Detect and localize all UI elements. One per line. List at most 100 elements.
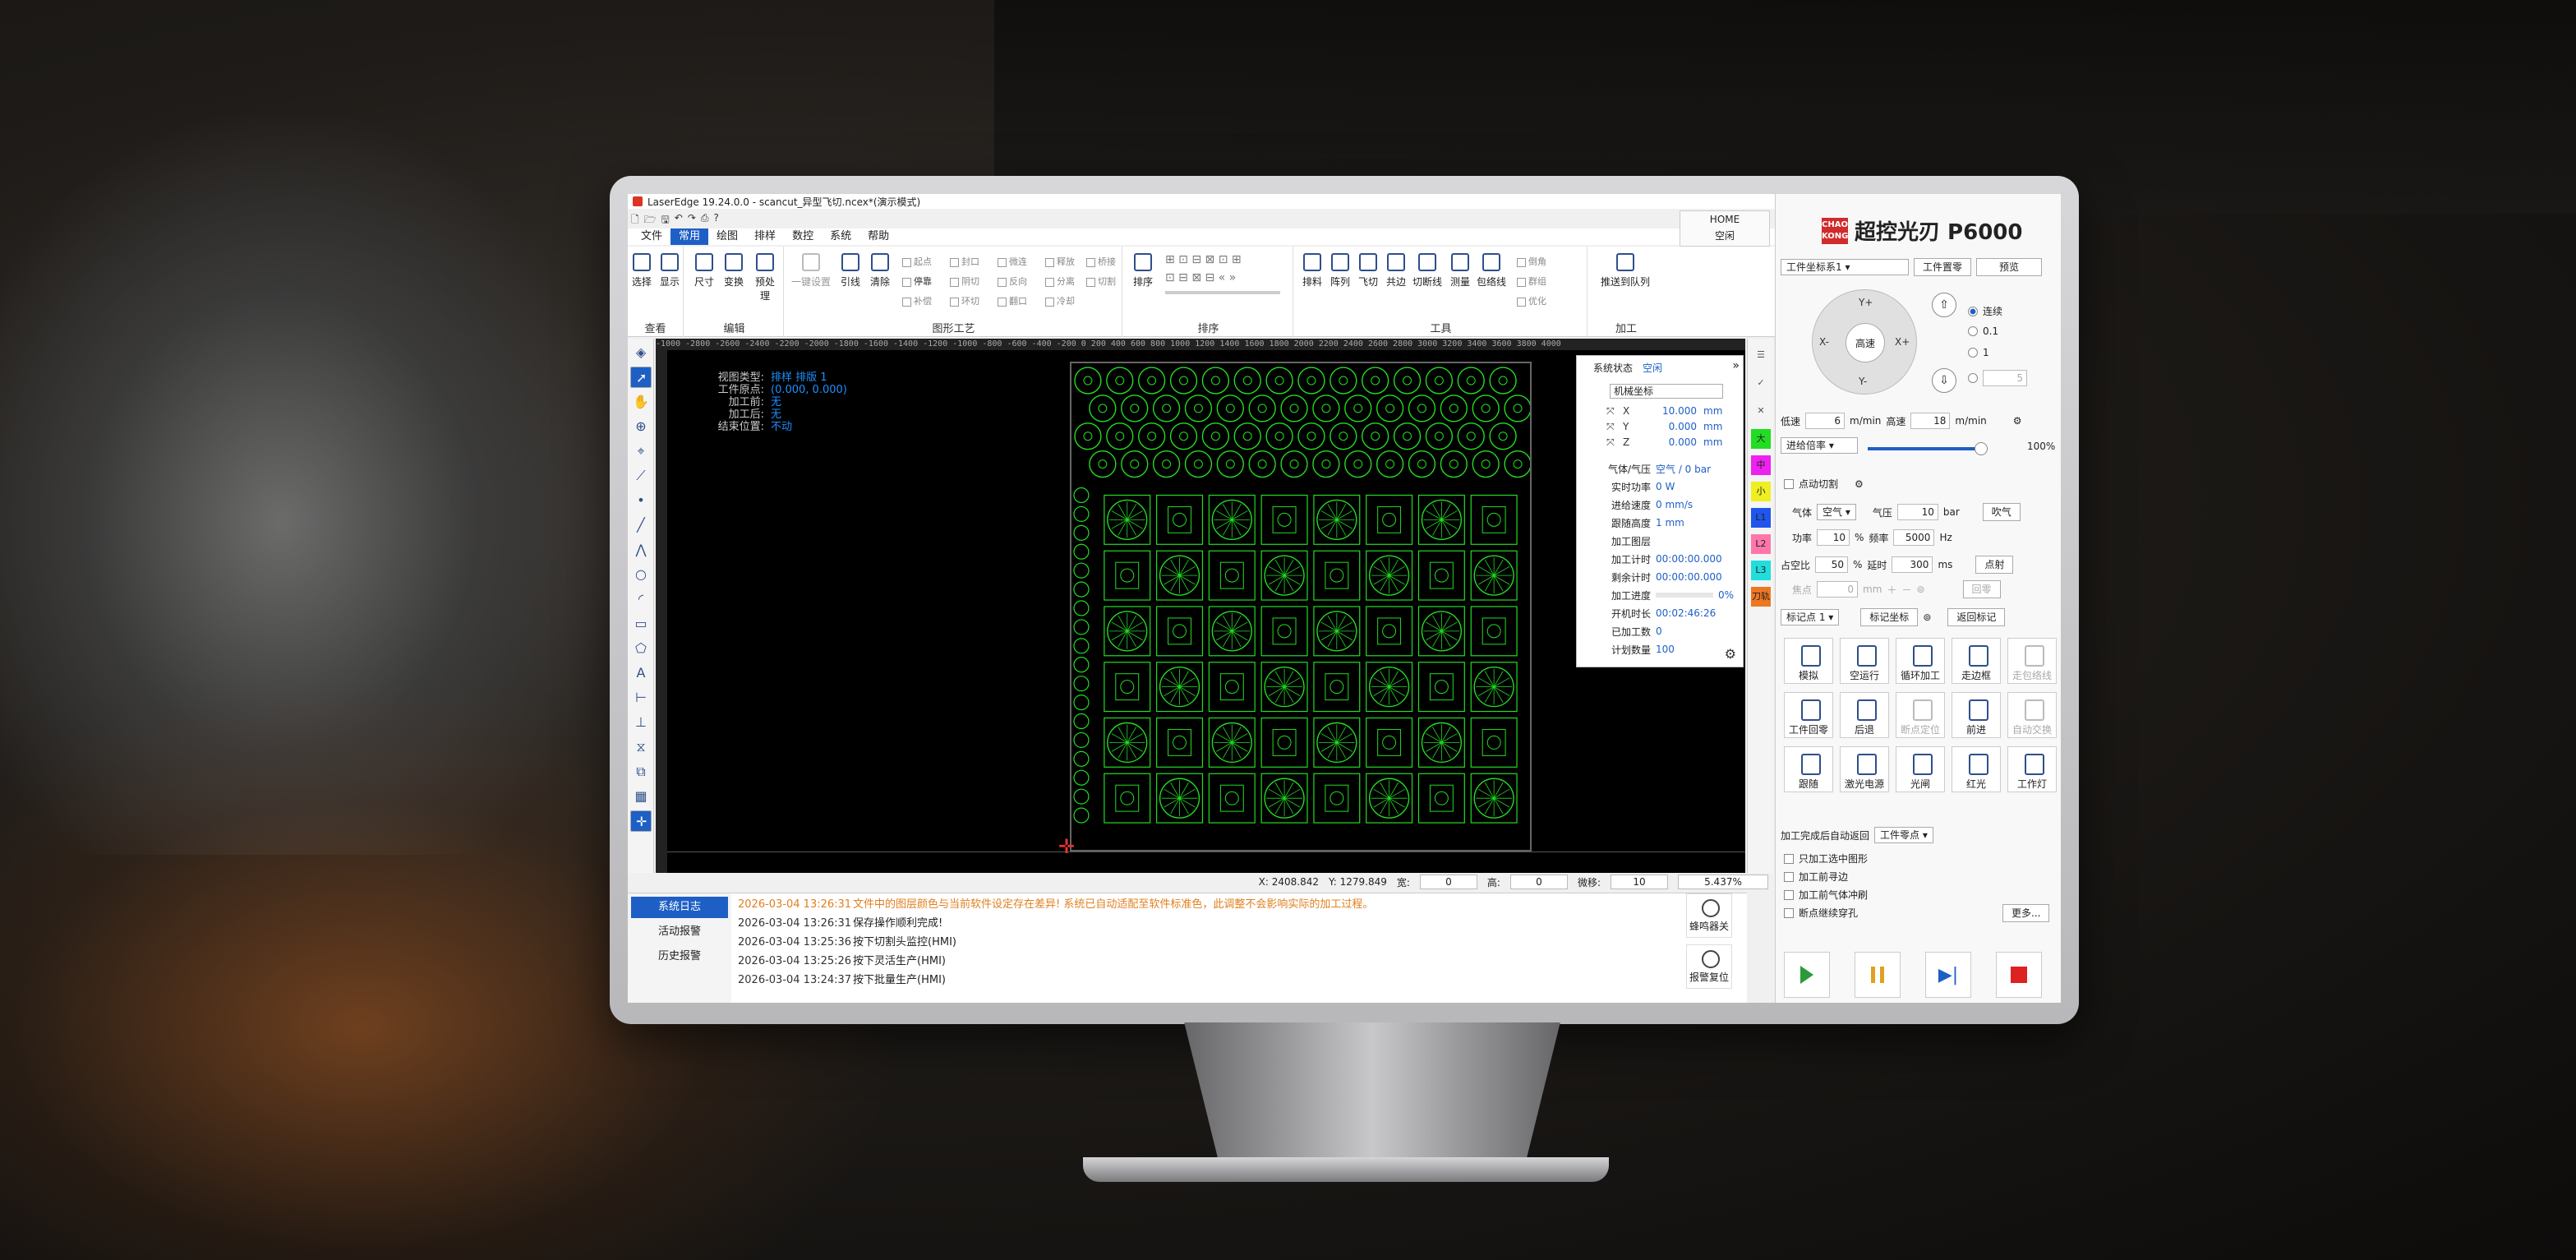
polyline-icon[interactable]: ⋀: [630, 539, 652, 561]
measure-button[interactable]: 测量: [1446, 253, 1474, 288]
size-button[interactable]: 尺寸: [690, 253, 718, 288]
function-button-2[interactable]: 空运行: [1840, 638, 1889, 684]
flip-tool[interactable]: 翻口: [998, 294, 1027, 307]
menu-file[interactable]: 文件: [633, 228, 670, 245]
cross-icon[interactable]: ✕: [1751, 399, 1771, 422]
home-status[interactable]: HOME 空闲: [1680, 210, 1770, 247]
help-icon[interactable]: ?: [714, 212, 719, 225]
select-pointer-icon[interactable]: ➚: [630, 367, 652, 388]
buzzer-off-button[interactable]: 蜂鸣器关: [1686, 893, 1732, 938]
function-button-9[interactable]: 前进: [1952, 692, 2001, 738]
step-field[interactable]: 10: [1611, 875, 1668, 889]
cut-line-button[interactable]: 切断线: [1410, 253, 1445, 288]
text-icon[interactable]: A: [630, 662, 652, 684]
point-icon[interactable]: •: [630, 490, 652, 511]
settings-gear-icon[interactable]: ⚙: [1725, 646, 1736, 662]
nesting-button[interactable]: 排料: [1298, 253, 1326, 288]
collapse-icon[interactable]: »: [1732, 359, 1740, 372]
release-tool[interactable]: 释放: [1045, 255, 1075, 268]
info-view-type[interactable]: 排样 排版 1: [771, 372, 827, 384]
node-edit-icon[interactable]: ⌖: [630, 441, 652, 462]
pan-hand-icon[interactable]: ✋: [630, 391, 652, 413]
menu-common[interactable]: 常用: [670, 228, 709, 245]
lead-button[interactable]: 引线: [836, 253, 864, 288]
pulse-button[interactable]: 点射: [1975, 556, 2014, 574]
redo-icon[interactable]: ↷: [688, 212, 696, 225]
jog-y-plus[interactable]: Y+: [1859, 297, 1873, 308]
jog-x-plus[interactable]: X+: [1895, 336, 1910, 348]
separate-tool[interactable]: 分离: [1045, 275, 1075, 288]
z-down-button[interactable]: ⇩: [1932, 368, 1956, 393]
focus-plus-icon[interactable]: ＋: [1887, 583, 1896, 597]
view-icon[interactable]: ◈: [630, 342, 652, 363]
gas-flush-checkbox[interactable]: 加工前气体冲刷: [1784, 888, 1868, 902]
sort-slider[interactable]: [1165, 291, 1280, 294]
polygon-icon[interactable]: ⬠: [630, 638, 652, 659]
layer-toggle-icon[interactable]: ☰: [1751, 344, 1771, 367]
dock-tool[interactable]: 停靠: [902, 275, 932, 288]
layer-7-button[interactable]: 刀轨: [1751, 587, 1771, 607]
mark-select[interactable]: 标记点 1 ▾: [1781, 609, 1840, 625]
focus-zero-button[interactable]: 回零: [1962, 580, 2001, 598]
after-finish-select[interactable]: 工件零点 ▾: [1874, 827, 1933, 843]
layer-4-button[interactable]: L1: [1751, 508, 1771, 528]
jog-y-minus[interactable]: Y-: [1859, 376, 1867, 387]
common-edge-button[interactable]: 共边: [1382, 253, 1410, 288]
point-cut-settings-icon[interactable]: ⚙: [1855, 478, 1864, 490]
log-row[interactable]: 2026-03-04 13:26:31 文件中的图层颜色与当前软件设定存在差异! …: [738, 895, 1683, 914]
info-end[interactable]: 不动: [771, 421, 792, 433]
return-mark-button[interactable]: 返回标记: [1947, 608, 2006, 626]
function-button-12[interactable]: 激光电源: [1840, 746, 1889, 792]
function-button-6[interactable]: 工件回零: [1784, 692, 1833, 738]
sort-button[interactable]: 排序: [1129, 253, 1157, 288]
check-icon[interactable]: ✓: [1751, 372, 1771, 395]
more-button[interactable]: 更多...: [2002, 904, 2050, 922]
transform-button[interactable]: 变换: [720, 253, 748, 288]
save-icon[interactable]: 🖫: [661, 212, 670, 225]
compensation-tool[interactable]: 补偿: [902, 294, 932, 307]
log-row[interactable]: 2026-03-04 13:26:31 保存操作顺利完成!: [738, 914, 1683, 933]
high-speed-field[interactable]: 18: [1910, 413, 1951, 429]
fly-cut-button[interactable]: 飞切: [1354, 253, 1382, 288]
seal-tool[interactable]: 封口: [950, 255, 979, 268]
function-button-15[interactable]: 工作灯: [2007, 746, 2057, 792]
focus-field[interactable]: 0: [1817, 581, 1859, 598]
only-selected-checkbox[interactable]: 只加工选中图形: [1784, 852, 1868, 865]
function-button-4[interactable]: 走边框: [1952, 638, 2001, 684]
mark-target-icon[interactable]: ⊚: [1923, 612, 1931, 623]
mirror-icon[interactable]: ⧖: [630, 736, 652, 758]
preprocess-button[interactable]: 预处理: [751, 253, 779, 302]
ring-cut-tool[interactable]: 环切: [950, 294, 979, 307]
power-field[interactable]: 10: [1817, 529, 1850, 546]
height-field[interactable]: 0: [1509, 875, 1568, 889]
z-up-button[interactable]: ⇧: [1932, 293, 1956, 317]
dimension-v-icon[interactable]: ⊥: [630, 712, 652, 733]
info-origin[interactable]: (0.000, 0.000): [771, 384, 847, 396]
dimension-h-icon[interactable]: ⊢: [630, 687, 652, 708]
jog-high-speed[interactable]: 高速: [1846, 323, 1885, 362]
layer-1-button[interactable]: 大: [1751, 429, 1771, 449]
coord-system-select[interactable]: 工件坐标系1 ▾: [1781, 259, 1909, 275]
jog-x-minus[interactable]: X-: [1819, 336, 1829, 348]
function-button-7[interactable]: 后退: [1840, 692, 1889, 738]
focus-minus-icon[interactable]: －: [1901, 583, 1911, 597]
function-button-11[interactable]: 跟随: [1784, 746, 1833, 792]
line-icon[interactable]: ╱: [630, 515, 652, 536]
tab-system-log[interactable]: 系统日志: [631, 897, 728, 918]
feed-rate-select[interactable]: 进给倍率 ▾: [1781, 437, 1858, 454]
zoom-select[interactable]: 5.437%: [1678, 875, 1768, 889]
log-row[interactable]: 2026-03-04 13:25:36 按下切割头监控(HMI): [738, 933, 1683, 952]
function-button-5[interactable]: 走包络线: [2007, 638, 2057, 684]
stop-button[interactable]: [1996, 952, 2042, 998]
ruler-icon[interactable]: ⟋: [630, 465, 652, 487]
mode-1[interactable]: 1: [1968, 347, 1989, 358]
gas-select[interactable]: 空气 ▾: [1817, 504, 1856, 520]
menu-draw[interactable]: 绘图: [708, 228, 746, 245]
array-button[interactable]: 阵列: [1326, 253, 1354, 288]
menu-system[interactable]: 系统: [822, 228, 859, 245]
reverse-tool[interactable]: 反向: [998, 275, 1027, 288]
undo-icon[interactable]: ↶: [675, 212, 683, 225]
start-point-tool[interactable]: 起点: [902, 255, 932, 268]
info-after[interactable]: 无: [771, 408, 781, 421]
delay-field[interactable]: 300: [1892, 556, 1933, 573]
